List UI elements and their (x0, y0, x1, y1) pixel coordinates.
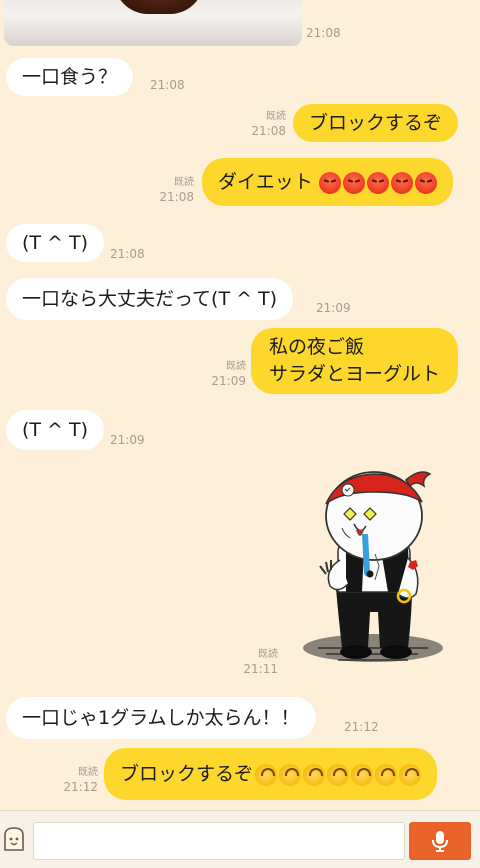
upside-down-face-icon (399, 763, 422, 786)
message-text: ダイエット (218, 171, 313, 193)
outgoing-message[interactable]: ブロックするぞ (293, 104, 459, 142)
message-time: 21:11 (243, 662, 278, 676)
message-text: ブロックするぞ (120, 763, 254, 785)
upside-down-face-icon (279, 763, 302, 786)
emoji-group (253, 761, 422, 787)
outgoing-message[interactable]: ブロックするぞ (104, 748, 438, 800)
message-text: ブロックするぞ (309, 112, 443, 134)
emoji-group (317, 169, 437, 195)
incoming-message[interactable]: (T ^ T) (6, 410, 105, 450)
food-photo[interactable] (4, 0, 302, 46)
read-receipt: 既読 (266, 111, 286, 122)
message-time: 21:12 (344, 720, 379, 734)
message-text: (T ^ T) (22, 419, 89, 441)
message-time: 21:08 (251, 124, 286, 138)
incoming-message[interactable]: 一口なら大丈夫だって(T ^ T) (6, 278, 294, 320)
message-meta: 21:09 (316, 301, 356, 315)
upside-down-face-icon (351, 763, 374, 786)
message-meta: 既読 21:08 (152, 176, 194, 204)
outgoing-message[interactable]: 私の夜ご飯 サラダとヨーグルト (251, 328, 459, 394)
chat-area[interactable]: 21:08 一口食う？ 21:08 既読 21:08 ブロックするぞ 既読 21… (0, 0, 480, 810)
read-receipt: 既読 (258, 649, 278, 660)
read-receipt: 既読 (174, 177, 194, 188)
message-input-bar (0, 810, 480, 868)
incoming-message[interactable]: 一口じゃ1グラムしか太らん！！ (6, 697, 316, 739)
mic-icon (432, 831, 448, 852)
message-time: 21:12 (63, 780, 98, 794)
chocolate-dessert (114, 0, 204, 14)
angry-face-icon (318, 171, 341, 194)
incoming-message[interactable]: (T ^ T) (6, 224, 105, 262)
message-time: 21:08 (150, 78, 185, 92)
upside-down-face-icon (375, 763, 398, 786)
angry-face-icon (366, 171, 389, 194)
angry-face-icon (414, 171, 437, 194)
message-text: 一口食う？ (22, 66, 118, 88)
upside-down-face-icon (303, 763, 326, 786)
message-time: 21:08 (159, 190, 194, 204)
read-receipt: 既読 (78, 767, 98, 778)
message-input[interactable] (33, 822, 405, 860)
message-time: 21:09 (211, 374, 246, 388)
message-text: 一口じゃ1グラムしか太らん！！ (22, 707, 300, 729)
character-sticker[interactable] (298, 462, 448, 672)
angry-face-icon (390, 171, 413, 194)
upside-down-face-icon (255, 763, 278, 786)
message-line: サラダとヨーグルト (269, 363, 441, 385)
message-text: (T ^ T) (22, 232, 89, 254)
toast-icon[interactable] (2, 825, 26, 853)
message-meta: 21:09 (110, 433, 150, 447)
outgoing-message[interactable]: ダイエット (202, 158, 453, 206)
message-time: 21:09 (316, 301, 351, 315)
upside-down-face-icon (327, 763, 350, 786)
message-meta: 21:12 (344, 720, 384, 734)
message-meta: 既読 21:09 (204, 360, 246, 388)
message-text: 一口なら大丈夫だって(T ^ T) (22, 288, 278, 310)
read-receipt: 既読 (226, 361, 246, 372)
message-meta: 21:08 (110, 247, 150, 261)
mic-button[interactable] (409, 822, 471, 860)
message-time: 21:08 (306, 26, 341, 40)
message-meta: 21:08 (150, 78, 190, 92)
message-meta: 既読 21:11 (238, 648, 278, 676)
message-meta: 既読 21:08 (244, 110, 286, 138)
message-meta: 21:08 (306, 26, 346, 40)
message-time: 21:08 (110, 247, 145, 261)
angry-face-icon (342, 171, 365, 194)
incoming-message[interactable]: 一口食う？ (6, 58, 134, 96)
message-meta: 既読 21:12 (56, 766, 98, 794)
message-line: 私の夜ご飯 (269, 336, 365, 358)
message-time: 21:09 (110, 433, 145, 447)
